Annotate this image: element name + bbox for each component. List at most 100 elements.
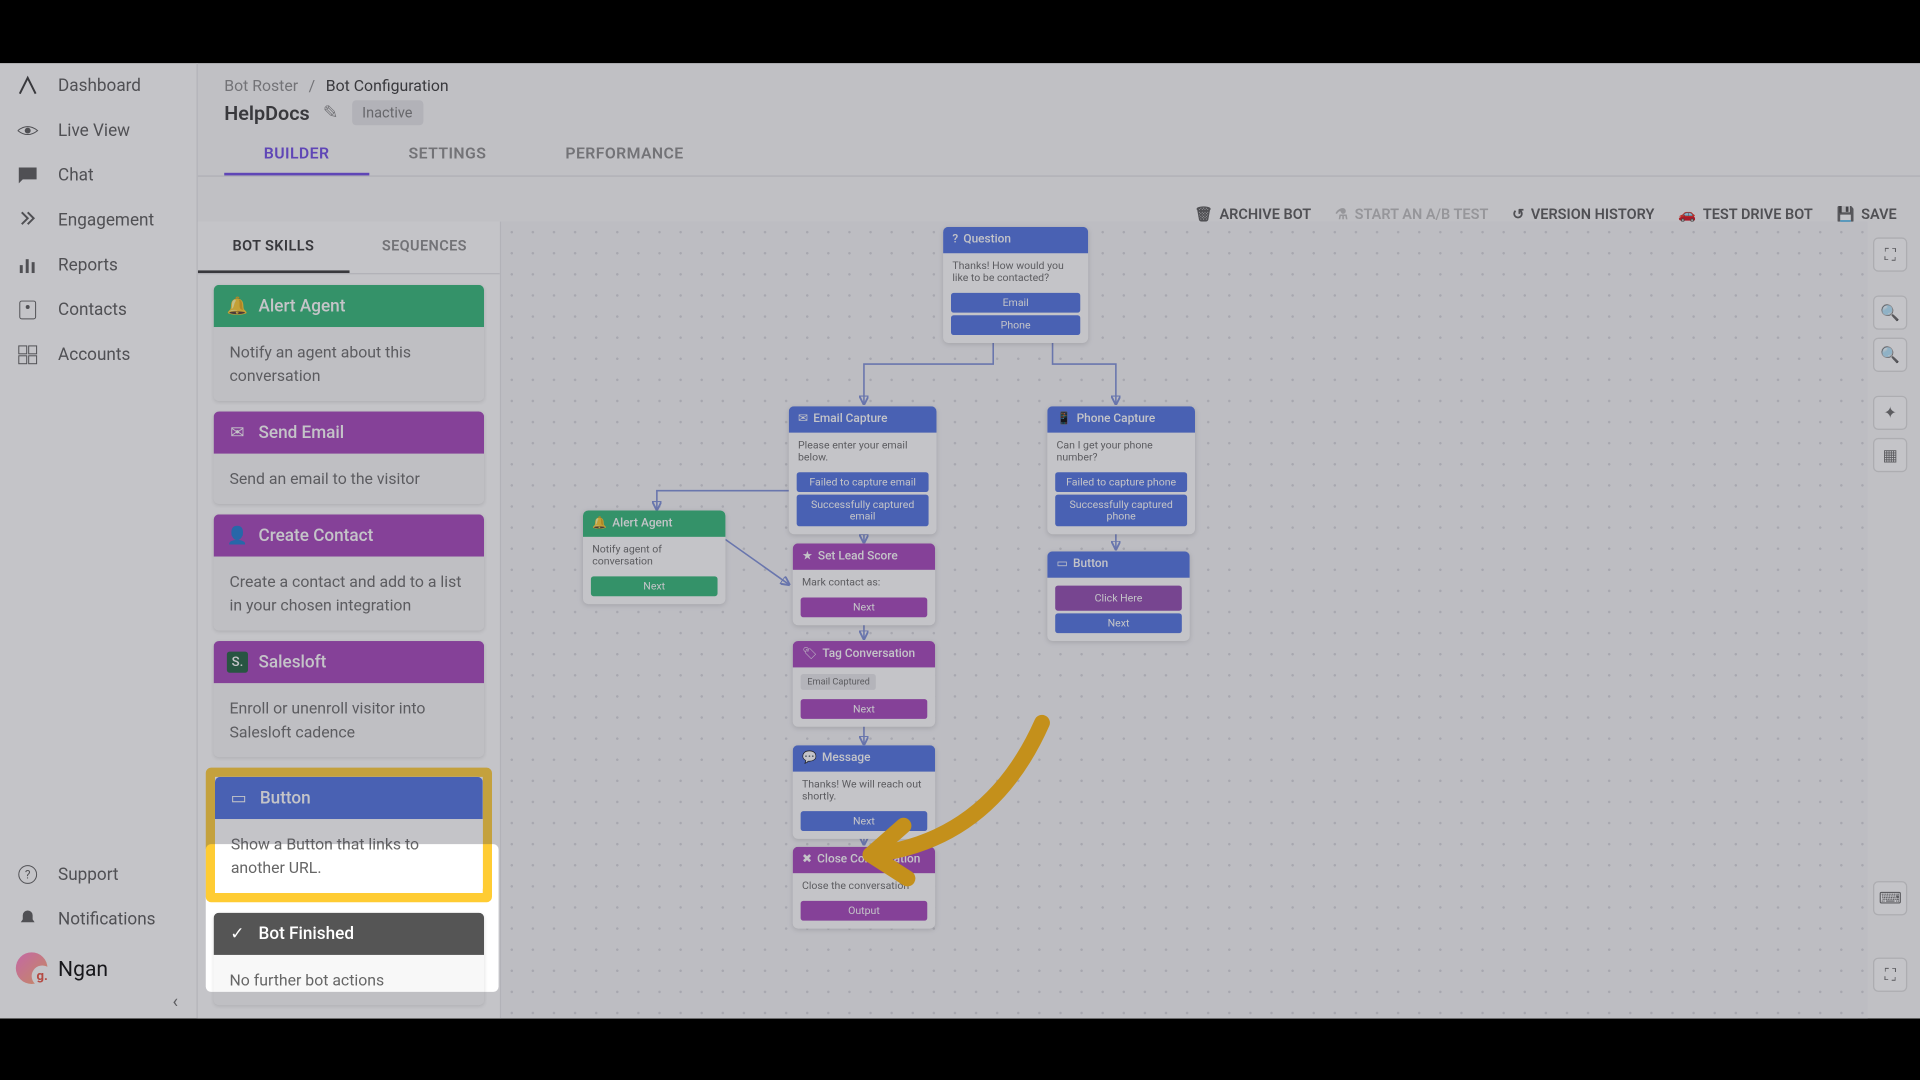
tag-icon: 🏷 <box>802 648 817 661</box>
chat-icon <box>16 164 40 188</box>
sidebar-item-label: Support <box>58 865 119 885</box>
sidebar-item-label: Reports <box>58 255 118 275</box>
breadcrumb: Bot Roster / Bot Configuration <box>198 63 1920 100</box>
star-icon: ★ <box>802 550 813 563</box>
breadcrumb-current: Bot Configuration <box>326 77 449 95</box>
tab-sequences[interactable]: SEQUENCES <box>349 222 500 273</box>
node-close-conversation[interactable]: ✖Close Conversation Close the conversati… <box>793 847 935 929</box>
phone-icon: 📱 <box>1057 413 1072 426</box>
sidebar: Dashboard Live View Chat Engagement Repo… <box>0 63 198 1018</box>
sidebar-item-dashboard[interactable]: Dashboard <box>0 63 197 108</box>
node-alert-agent[interactable]: 🔔Alert Agent Notify agent of conversatio… <box>583 510 725 604</box>
tab-builder[interactable]: BUILDER <box>224 133 369 175</box>
user-name: Ngan <box>58 956 108 981</box>
engagement-icon <box>16 208 40 232</box>
sidebar-item-label: Live View <box>58 121 130 141</box>
save-icon: 💾 <box>1836 206 1854 223</box>
history-icon: ↺ <box>1512 206 1524 223</box>
node-email-capture[interactable]: ✉Email Capture Please enter your email b… <box>789 406 937 534</box>
salesloft-icon: S. <box>227 652 248 673</box>
node-tag-conversation[interactable]: 🏷Tag Conversation Email Captured Next <box>793 641 935 727</box>
sidebar-item-label: Dashboard <box>58 76 141 96</box>
sidebar-item-reports[interactable]: Reports <box>0 243 197 288</box>
sidebar-item-label: Chat <box>58 166 94 186</box>
node-message[interactable]: 💬Message Thanks! We will reach out short… <box>793 745 935 839</box>
edit-icon[interactable]: ✎ <box>323 102 338 123</box>
question-icon: ? <box>952 233 958 246</box>
canvas-controls-bottom: ⌨ ⛶ <box>1873 881 1913 992</box>
tab-performance[interactable]: PERFORMANCE <box>526 133 723 175</box>
highlighted-skill: ▭Button Show a Button that links to anot… <box>206 768 492 903</box>
breadcrumb-root[interactable]: Bot Roster <box>224 77 298 95</box>
bell-icon: 🔔 <box>227 295 248 316</box>
close-icon: ✖ <box>802 853 812 866</box>
zoom-in-button[interactable]: 🔍 <box>1873 295 1907 329</box>
sidebar-user[interactable]: g. Ngan <box>0 942 197 995</box>
button-icon: ▭ <box>228 787 249 808</box>
keyboard-button[interactable]: ⌨ <box>1873 881 1907 915</box>
skill-alert-agent[interactable]: 🔔Alert Agent Notify an agent about this … <box>214 285 484 401</box>
canvas-controls: ⛶ 🔍 🔍 ✦ ▦ <box>1873 237 1913 472</box>
chat-icon: 💬 <box>802 752 817 765</box>
sidebar-item-notifications[interactable]: Notifications <box>0 897 197 942</box>
save-button[interactable]: 💾 SAVE <box>1836 206 1896 223</box>
car-icon: 🚗 <box>1678 206 1696 223</box>
skills-panel: BOT SKILLS SEQUENCES 🔔Alert Agent Notify… <box>198 222 501 1019</box>
fit-button[interactable]: ✦ <box>1873 396 1907 430</box>
skill-create-contact[interactable]: 👤Create Contact Create a contact and add… <box>214 514 484 630</box>
testdrive-button[interactable]: 🚗 TEST DRIVE BOT <box>1678 206 1813 223</box>
skill-button[interactable]: ▭Button Show a Button that links to anot… <box>215 777 483 893</box>
page-tabs: BUILDER SETTINGS PERFORMANCE <box>198 133 1920 177</box>
reports-icon <box>16 253 40 277</box>
skill-salesloft[interactable]: S.Salesloft Enroll or unenroll visitor i… <box>214 641 484 757</box>
skill-send-email[interactable]: ✉Send Email Send an email to the visitor <box>214 412 484 504</box>
mail-icon: ✉ <box>227 422 248 443</box>
sidebar-item-contacts[interactable]: Contacts <box>0 288 197 333</box>
abtest-icon: ⚗ <box>1335 206 1348 223</box>
tab-bot-skills[interactable]: BOT SKILLS <box>198 222 349 273</box>
action-bar: 🗑 ARCHIVE BOT ⚗ START AN A/B TEST ↺ VERS… <box>1194 206 1896 223</box>
sidebar-item-liveview[interactable]: Live View <box>0 108 197 153</box>
abtest-button[interactable]: ⚗ START AN A/B TEST <box>1335 206 1488 223</box>
sidebar-item-engagement[interactable]: Engagement <box>0 198 197 243</box>
avatar-badge: g. <box>32 966 53 987</box>
collapse-sidebar-button[interactable]: ‹ <box>173 992 179 1013</box>
sidebar-item-support[interactable]: ? Support <box>0 852 197 897</box>
accounts-icon <box>16 343 40 367</box>
fullscreen-button[interactable]: ⛶ <box>1873 237 1907 271</box>
node-set-lead-score[interactable]: ★Set Lead Score Mark contact as: Next <box>793 543 935 625</box>
expand-button[interactable]: ⛶ <box>1873 958 1907 992</box>
main-content: Bot Roster / Bot Configuration HelpDocs … <box>198 63 1920 1018</box>
person-add-icon: 👤 <box>227 525 248 546</box>
archive-icon: 🗑 <box>1194 206 1212 223</box>
node-button[interactable]: ▭Button Click Here Next <box>1047 551 1189 641</box>
help-icon: ? <box>16 863 40 887</box>
bot-title: HelpDocs <box>224 101 310 125</box>
bell-icon: 🔔 <box>592 517 607 530</box>
avatar: g. <box>16 952 48 984</box>
button-icon: ▭ <box>1057 558 1068 571</box>
snap-button[interactable]: ▦ <box>1873 438 1907 472</box>
eye-icon <box>16 119 40 143</box>
sidebar-item-chat[interactable]: Chat <box>0 153 197 198</box>
sidebar-item-accounts[interactable]: Accounts <box>0 332 197 377</box>
check-icon: ✓ <box>227 923 248 944</box>
logo-icon <box>16 74 40 98</box>
flow-canvas[interactable]: ?Question Thanks! How would you like to … <box>501 222 1867 1019</box>
node-phone-capture[interactable]: 📱Phone Capture Can I get your phone numb… <box>1047 406 1195 534</box>
zoom-out-button[interactable]: 🔍 <box>1873 338 1907 372</box>
sidebar-item-label: Notifications <box>58 909 155 929</box>
mail-icon: ✉ <box>798 413 808 426</box>
node-question[interactable]: ?Question Thanks! How would you like to … <box>943 227 1088 343</box>
sidebar-item-label: Accounts <box>58 345 130 365</box>
sidebar-item-label: Engagement <box>58 210 154 230</box>
svg-text:?: ? <box>25 867 31 881</box>
sidebar-item-label: Contacts <box>58 300 127 320</box>
tab-settings[interactable]: SETTINGS <box>369 133 526 175</box>
contacts-icon <box>16 298 40 322</box>
status-badge: Inactive <box>352 100 423 125</box>
version-history-button[interactable]: ↺ VERSION HISTORY <box>1512 206 1654 223</box>
archive-bot-button[interactable]: 🗑 ARCHIVE BOT <box>1194 206 1311 223</box>
bell-icon <box>16 907 40 931</box>
skill-bot-finished[interactable]: ✓Bot Finished No further bot actions <box>214 913 484 1005</box>
